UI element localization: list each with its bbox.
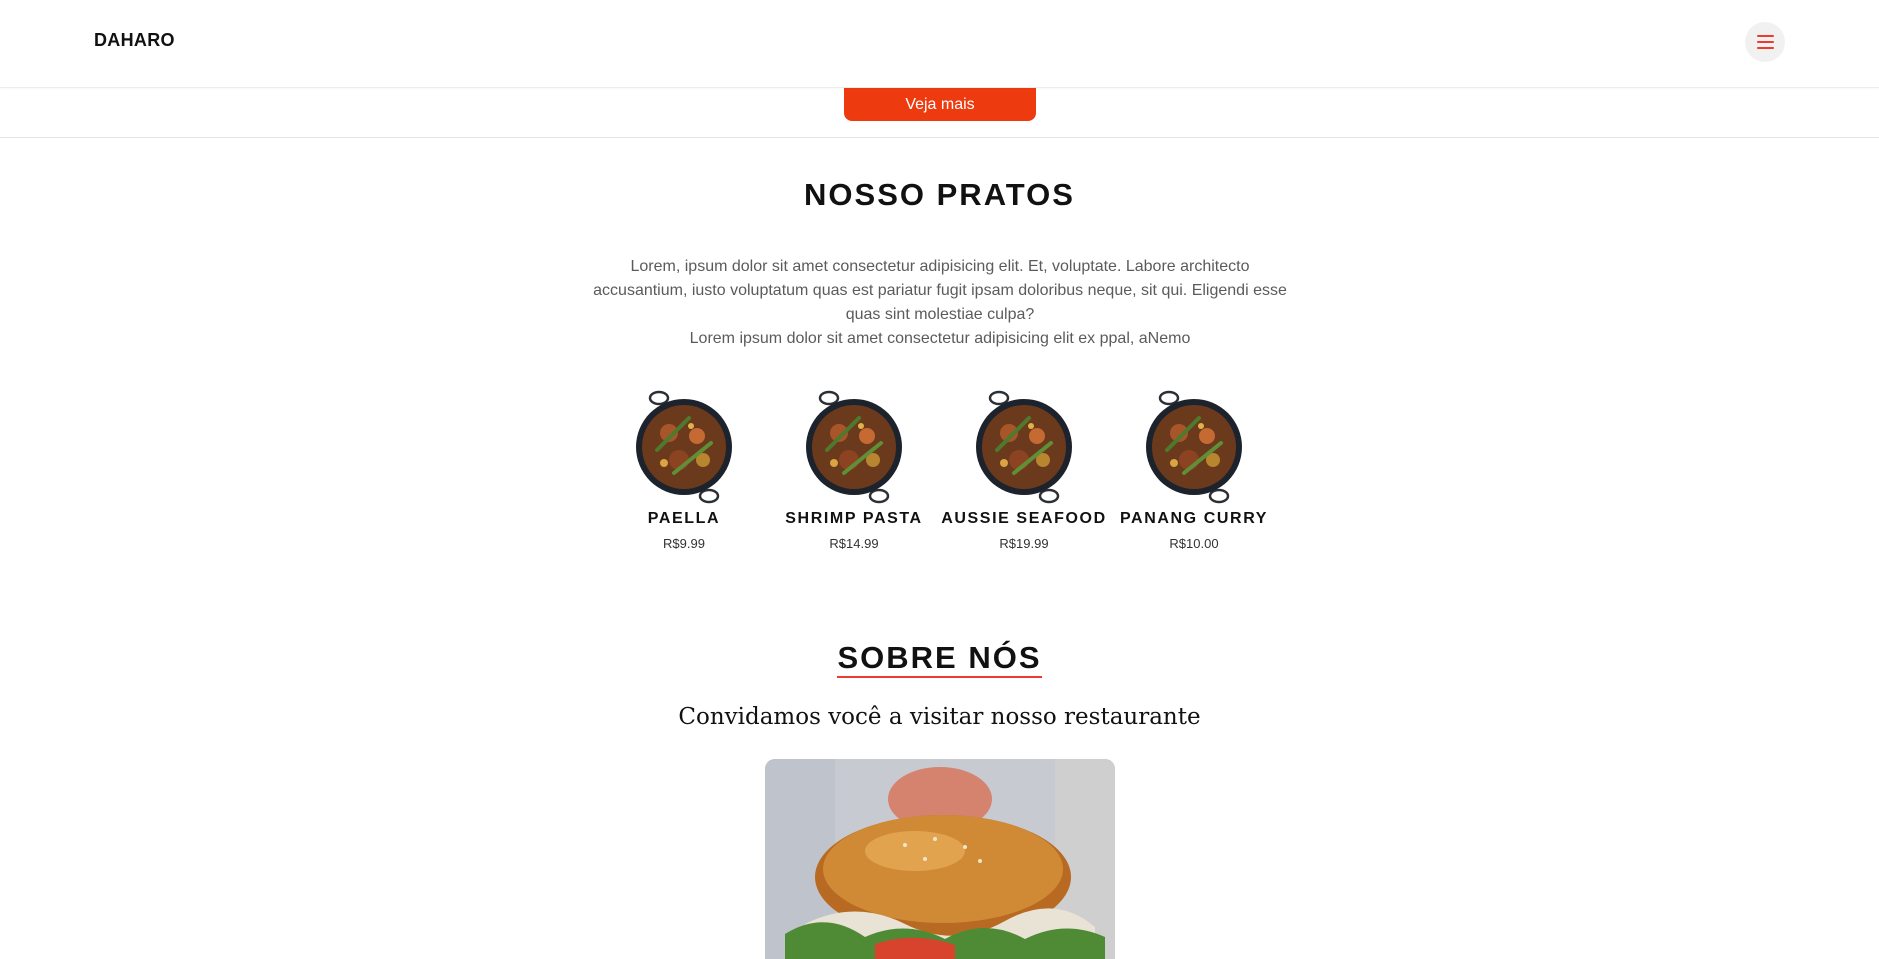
- shrimp-pasta-pan-image: [806, 390, 902, 504]
- panang-curry-pan-image: [1146, 390, 1242, 504]
- dish-card[interactable]: AUSSIE SEAFOOD R$19.99: [939, 388, 1109, 551]
- dishes-list: PAELLA R$9.99 SHRIMP PASTA R$14.99 AUSSI…: [0, 388, 1879, 568]
- dish-price: R$9.99: [663, 536, 705, 551]
- description-line: Lorem ipsum dolor sit amet consectetur a…: [689, 330, 1191, 347]
- dish-card[interactable]: PANANG CURRY R$10.00: [1109, 388, 1279, 551]
- logo[interactable]: DAHARO: [94, 30, 175, 51]
- burger-photo-illustration: [765, 759, 1115, 959]
- sobre-title: SOBRE NÓS: [0, 640, 1879, 678]
- paella-pan-image: [636, 390, 732, 504]
- pratos-description: Lorem, ipsum dolor sit amet consectetur …: [560, 255, 1320, 351]
- sobre-tagline: Convidamos você a visitar nosso restaura…: [678, 704, 1201, 730]
- section-divider: [0, 137, 1879, 138]
- dish-name: PAELLA: [647, 510, 721, 527]
- description-line: quas sint molestiae culpa?: [845, 306, 1035, 323]
- sobre-title-text: SOBRE NÓS: [837, 640, 1042, 678]
- pratos-title: NOSSO PRATOS: [804, 177, 1075, 212]
- dish-name: PANANG CURRY: [1119, 510, 1269, 527]
- burger-image: [765, 759, 1115, 959]
- dish-card[interactable]: PAELLA R$9.99: [599, 388, 769, 551]
- hamburger-icon: [1757, 35, 1774, 37]
- description-line: accusantium, iusto voluptatum quas est p…: [593, 282, 1287, 299]
- dish-name: AUSSIE SEAFOOD: [941, 510, 1107, 527]
- description-line: Lorem, ipsum dolor sit amet consectetur …: [630, 258, 1250, 275]
- site-header: DAHARO: [0, 0, 1879, 88]
- dish-price: R$19.99: [999, 536, 1049, 551]
- dish-card[interactable]: SHRIMP PASTA R$14.99: [769, 388, 939, 551]
- dish-name: SHRIMP PASTA: [785, 510, 923, 527]
- hamburger-menu-button[interactable]: [1745, 22, 1785, 62]
- aussie-seafood-pan-image: [976, 390, 1072, 504]
- dish-price: R$14.99: [829, 536, 879, 551]
- dish-price: R$10.00: [1169, 536, 1219, 551]
